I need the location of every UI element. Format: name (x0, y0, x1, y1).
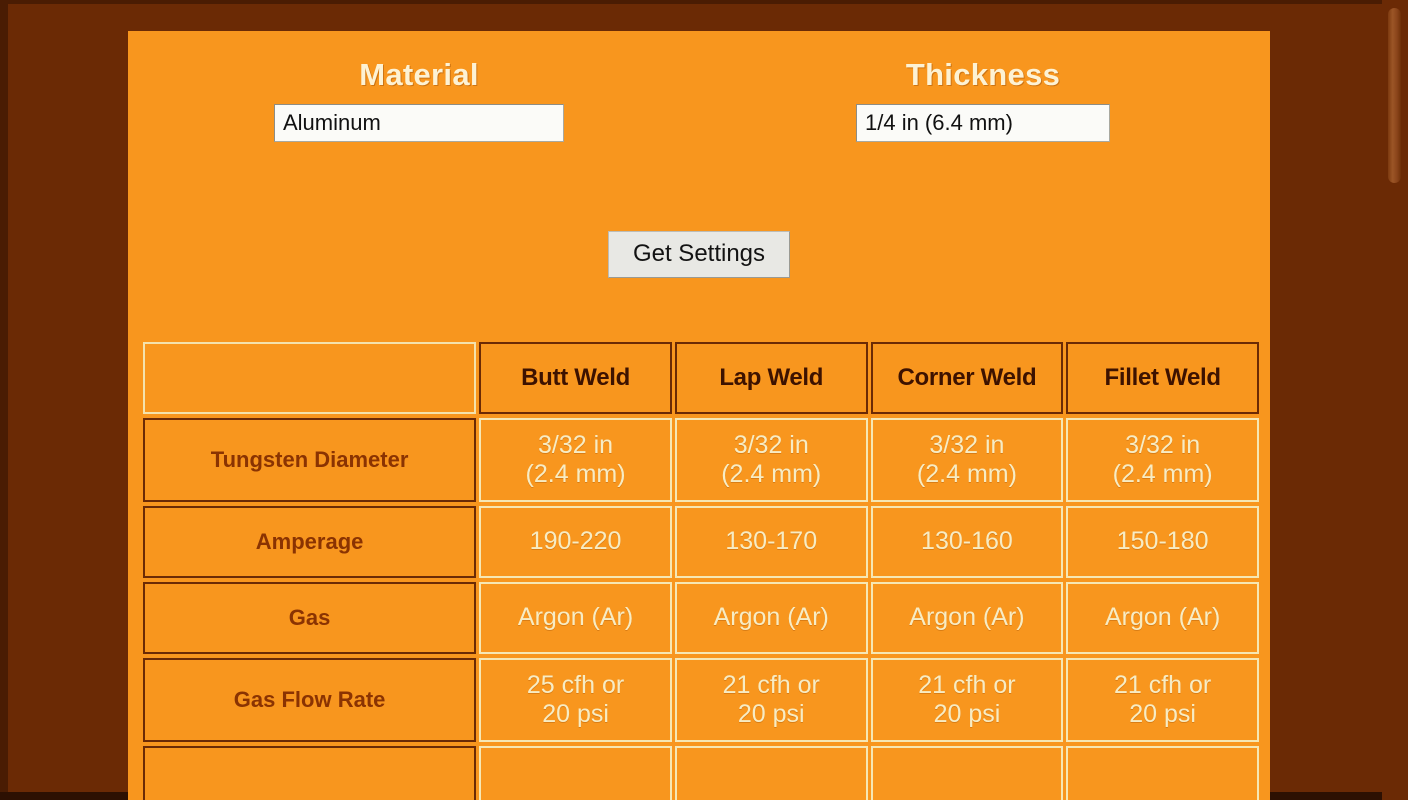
page-root: Material Aluminum Thickness 1/4 in (6.4 … (0, 0, 1408, 800)
cell-gas-flow-butt: 25 cfh or 20 psi (479, 658, 672, 742)
get-settings-button[interactable]: Get Settings (607, 231, 791, 278)
cell-amperage-butt: 190-220 (479, 506, 672, 578)
cell-tungsten-corner: 3/32 in (2.4 mm) (870, 418, 1064, 502)
cell-tungsten-butt: 3/32 in (2.4 mm) (479, 418, 672, 502)
row-label-tungsten-diameter: Tungsten Diameter (143, 418, 477, 502)
cell-gas-lap: Argon (Ar) (674, 582, 868, 654)
vertical-scrollbar-track[interactable] (1382, 0, 1408, 800)
table-row (143, 746, 1259, 800)
table-row: Gas Argon (Ar) Argon (Ar) Argon (Ar) Arg… (143, 582, 1259, 654)
cell-gas-flow-lap: 21 cfh or 20 psi (674, 658, 868, 742)
column-header-butt-weld: Butt Weld (479, 342, 672, 414)
column-header-fillet-weld: Fillet Weld (1066, 342, 1259, 414)
row-label-gas: Gas (143, 582, 477, 654)
page-edge-left (0, 0, 8, 800)
settings-table-wrap: Butt Weld Lap Weld Corner Weld Fillet We… (140, 338, 1262, 800)
row-label-amperage: Amperage (143, 506, 477, 578)
cell-gas-butt: Argon (Ar) (479, 582, 672, 654)
thickness-select[interactable]: 1/4 in (6.4 mm) (856, 104, 1110, 142)
row-label-clipped (143, 746, 477, 800)
material-label: Material (359, 57, 479, 92)
cell-gas-corner: Argon (Ar) (870, 582, 1064, 654)
settings-form: Material Aluminum Thickness 1/4 in (6.4 … (128, 31, 1270, 328)
settings-table: Butt Weld Lap Weld Corner Weld Fillet We… (140, 338, 1262, 800)
cell-gas-flow-corner: 21 cfh or 20 psi (870, 658, 1064, 742)
material-select[interactable]: Aluminum (274, 104, 564, 142)
table-header-row: Butt Weld Lap Weld Corner Weld Fillet We… (143, 342, 1259, 414)
cell-clipped-corner (870, 746, 1064, 800)
row-label-gas-flow-rate: Gas Flow Rate (143, 658, 477, 742)
table-row: Gas Flow Rate 25 cfh or 20 psi 21 cfh or 2… (143, 658, 1259, 742)
column-header-corner-weld: Corner Weld (870, 342, 1064, 414)
cell-tungsten-fillet: 3/32 in (2.4 mm) (1066, 418, 1259, 502)
cell-amperage-lap: 130-170 (674, 506, 868, 578)
cell-gas-flow-fillet: 21 cfh or 20 psi (1066, 658, 1259, 742)
table-row: Amperage 190-220 130-170 130-160 150-180 (143, 506, 1259, 578)
cell-clipped-butt (479, 746, 672, 800)
cell-tungsten-lap: 3/32 in (2.4 mm) (674, 418, 868, 502)
table-row: Tungsten Diameter 3/32 in (2.4 mm) 3/32 i… (143, 418, 1259, 502)
submit-row: Get Settings (128, 231, 1270, 278)
page-edge-top (0, 0, 1408, 4)
content-panel: Material Aluminum Thickness 1/4 in (6.4 … (128, 31, 1270, 800)
thickness-field-group: Thickness 1/4 in (6.4 mm) (856, 57, 1110, 142)
material-field-group: Material Aluminum (274, 57, 564, 142)
thickness-label: Thickness (905, 57, 1061, 92)
cell-amperage-fillet: 150-180 (1066, 506, 1259, 578)
cell-gas-fillet: Argon (Ar) (1066, 582, 1259, 654)
vertical-scrollbar-thumb[interactable] (1388, 8, 1401, 183)
cell-amperage-corner: 130-160 (870, 506, 1064, 578)
cell-clipped-lap (674, 746, 868, 800)
table-corner-cell (143, 342, 477, 414)
column-header-lap-weld: Lap Weld (674, 342, 868, 414)
cell-clipped-fillet (1066, 746, 1259, 800)
